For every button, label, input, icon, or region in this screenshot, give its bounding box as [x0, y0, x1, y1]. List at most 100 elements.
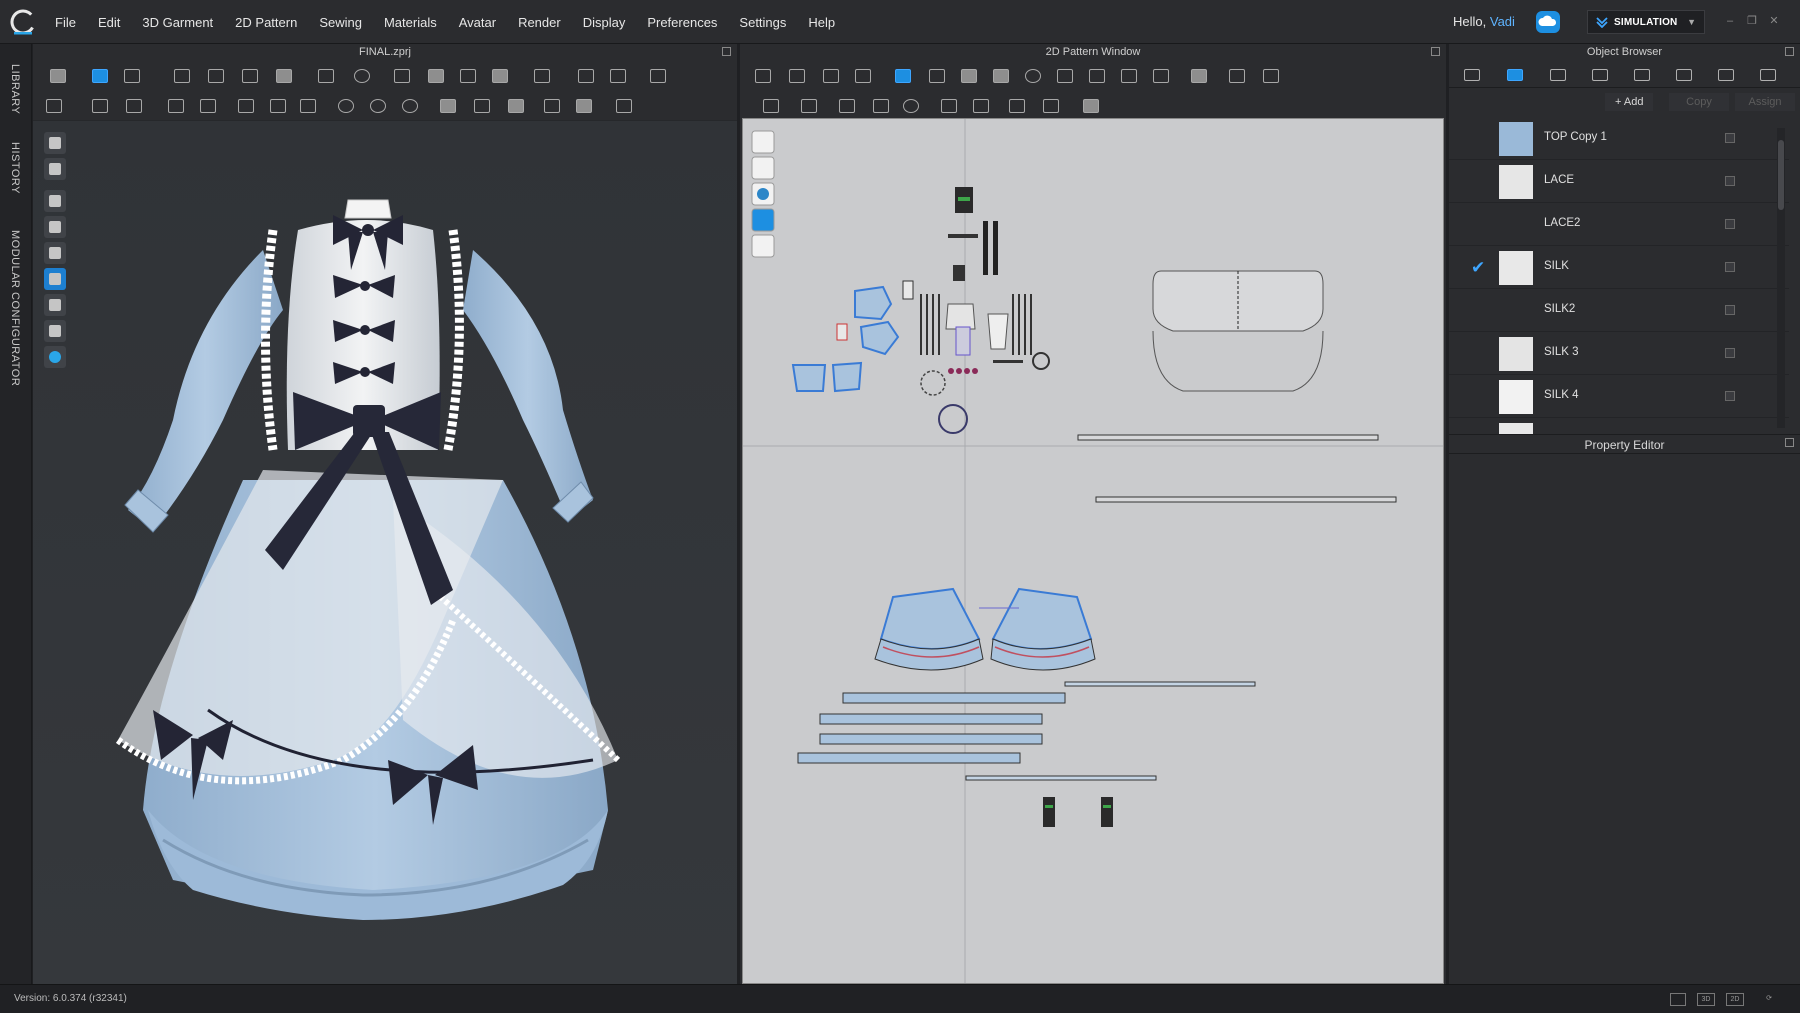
menu-preferences[interactable]: Preferences — [647, 15, 717, 30]
avatar-texture-icon[interactable] — [44, 216, 66, 238]
fabric-row[interactable]: LACE — [1449, 160, 1789, 203]
cloud-sync-icon[interactable] — [1536, 11, 1560, 33]
menu-file[interactable]: File — [55, 15, 76, 30]
2d-gather-icon[interactable] — [836, 96, 856, 114]
fabric-swatch[interactable] — [1499, 251, 1533, 285]
3d-view-only-icon[interactable]: 3D — [1697, 993, 1715, 1006]
fabric-row[interactable]: SILK 4 — [1449, 375, 1789, 418]
2d-dash-line-icon[interactable] — [970, 96, 990, 114]
fabric-tab-icon[interactable] — [1504, 66, 1524, 82]
tack-icon[interactable] — [391, 66, 411, 84]
2d-view-only-icon[interactable]: 2D — [1726, 993, 1744, 1006]
garment-display-icon[interactable] — [44, 158, 66, 180]
2d-notch-icon[interactable] — [1118, 66, 1138, 84]
menu-display[interactable]: Display — [583, 15, 626, 30]
fabric-options-icon[interactable] — [1725, 348, 1735, 358]
undock-property-icon[interactable] — [1785, 438, 1794, 447]
2d-dart-icon[interactable] — [1054, 66, 1074, 84]
fabric-swatch[interactable] — [1499, 380, 1533, 414]
gathering-icon[interactable] — [235, 96, 255, 114]
2d-shirr-icon[interactable] — [870, 96, 890, 114]
edit-point-icon[interactable] — [239, 66, 259, 84]
menu-avatar[interactable]: Avatar — [459, 15, 496, 30]
pleat-icon[interactable] — [297, 96, 317, 114]
menu-settings[interactable]: Settings — [739, 15, 786, 30]
2d-edit-point-icon[interactable] — [820, 66, 840, 84]
texture-icon[interactable] — [471, 96, 491, 114]
button-icon[interactable] — [123, 96, 143, 114]
refresh-icon[interactable]: ⟳ — [1762, 993, 1776, 1006]
tape-icon[interactable] — [575, 66, 595, 84]
copy-fabric-button[interactable]: Copy — [1669, 93, 1729, 111]
arrangement-icon[interactable] — [457, 66, 477, 84]
zipper-icon[interactable] — [367, 96, 387, 114]
seam-icon[interactable] — [541, 96, 561, 114]
fabric-options-icon[interactable] — [1725, 262, 1735, 272]
2d-slash-icon[interactable] — [1150, 66, 1170, 84]
2d-circle-icon[interactable] — [1022, 66, 1042, 84]
2d-polygon-icon[interactable] — [892, 66, 912, 84]
close-icon[interactable]: ✕ — [1766, 14, 1782, 28]
2d-texture-edit-icon[interactable] — [1188, 66, 1208, 84]
undock-2d-icon[interactable] — [1431, 47, 1440, 56]
fabric-swatch[interactable] — [1499, 165, 1533, 199]
2d-internal-shape-icon[interactable] — [958, 66, 978, 84]
avatar-display-icon[interactable] — [44, 132, 66, 154]
fabric-options-icon[interactable] — [1725, 133, 1735, 143]
avatar-pose-icon[interactable] — [425, 66, 445, 84]
2d-pattern-canvas[interactable] — [742, 118, 1444, 984]
fabric-options-icon[interactable] — [1725, 176, 1735, 186]
undock-browser-icon[interactable] — [1785, 47, 1794, 56]
2d-segment-sew-icon[interactable] — [760, 96, 780, 114]
tab-modular-configurator[interactable]: MODULAR CONFIGURATOR — [9, 230, 21, 386]
fabric-view-icon[interactable] — [44, 268, 66, 290]
minimize-icon[interactable]: – — [1722, 14, 1738, 28]
edit-curvature-icon[interactable] — [205, 66, 225, 84]
line-tab-icon[interactable] — [1631, 66, 1651, 82]
2d-align-icon[interactable] — [1006, 96, 1026, 114]
2d-free-sew-icon[interactable] — [798, 96, 818, 114]
menu-sewing[interactable]: Sewing — [319, 15, 362, 30]
fabric-row[interactable]: TOP Copy 1 — [1449, 117, 1789, 160]
menu-materials[interactable]: Materials — [384, 15, 437, 30]
fabric-options-icon[interactable] — [1725, 305, 1735, 315]
2d-width-icon[interactable] — [1040, 96, 1060, 114]
fabric-row[interactable]: ✔ SILK — [1449, 246, 1789, 289]
fabric-row[interactable]: SILK2 — [1449, 289, 1789, 332]
fabric-swatch[interactable] — [1499, 122, 1533, 156]
segment-sewing-icon[interactable] — [315, 66, 335, 84]
shirt-view-icon[interactable] — [44, 190, 66, 212]
zipper-tab-icon[interactable] — [1673, 66, 1693, 82]
undock-icon[interactable] — [722, 47, 731, 56]
2d-line-icon[interactable] — [938, 96, 958, 114]
tab-history[interactable]: HISTORY — [9, 142, 21, 194]
measure-icon[interactable] — [531, 66, 551, 84]
edit-pattern-icon[interactable] — [171, 66, 191, 84]
thickness-icon[interactable] — [44, 294, 66, 316]
assign-fabric-button[interactable]: Assign — [1735, 93, 1795, 111]
add-fabric-button[interactable]: + Add — [1605, 93, 1654, 111]
fabric-options-icon[interactable] — [1725, 219, 1735, 229]
fold-arrangement-icon[interactable] — [273, 66, 293, 84]
avatar-tab-icon[interactable] — [1715, 66, 1735, 82]
fabric-swatch[interactable] — [1499, 337, 1533, 371]
3d-viewport[interactable] — [33, 120, 737, 984]
avatar-walk-icon[interactable] — [43, 96, 63, 114]
snap-icon[interactable] — [399, 96, 419, 114]
2d-transform-icon[interactable] — [852, 66, 872, 84]
scrollbar-thumb[interactable] — [1778, 140, 1784, 210]
select-mesh-icon[interactable] — [47, 66, 67, 84]
menu-3d-garment[interactable]: 3D Garment — [142, 15, 213, 30]
pen-icon[interactable] — [607, 66, 627, 84]
uv-icon[interactable] — [505, 96, 525, 114]
2d-rectangle-icon[interactable] — [926, 66, 946, 84]
collapse-icon[interactable] — [613, 96, 633, 114]
tab-library[interactable]: LIBRARY — [9, 64, 21, 114]
button-tab-icon[interactable] — [1547, 66, 1567, 82]
2d-trace-icon[interactable] — [1086, 66, 1106, 84]
2d-edit-pattern-icon[interactable] — [752, 66, 772, 84]
graphic-icon[interactable] — [437, 96, 457, 114]
avatar-pose-view-icon[interactable] — [44, 242, 66, 264]
list-view-icon[interactable] — [1461, 66, 1481, 82]
single-view-icon[interactable] — [1670, 993, 1686, 1006]
